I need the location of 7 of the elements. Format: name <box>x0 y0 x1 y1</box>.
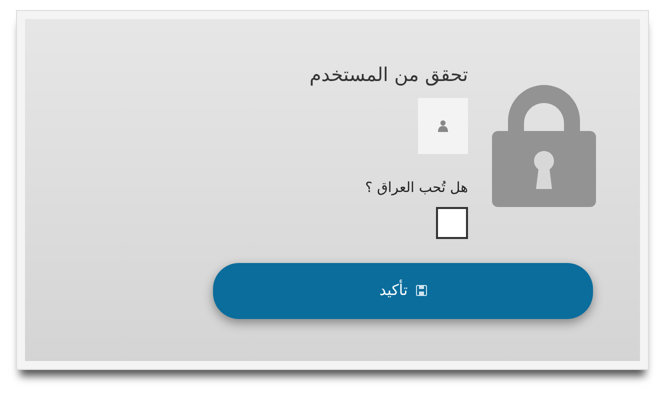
question-label: هل تُحب العراق ؟ <box>365 178 468 198</box>
confirm-button[interactable]: تأكيد <box>213 262 593 318</box>
form-title: تحقق من المستخدم <box>310 63 468 88</box>
save-icon <box>416 285 427 296</box>
lock-icon <box>492 85 596 207</box>
checkbox[interactable] <box>436 206 468 238</box>
user-icon <box>438 120 448 132</box>
